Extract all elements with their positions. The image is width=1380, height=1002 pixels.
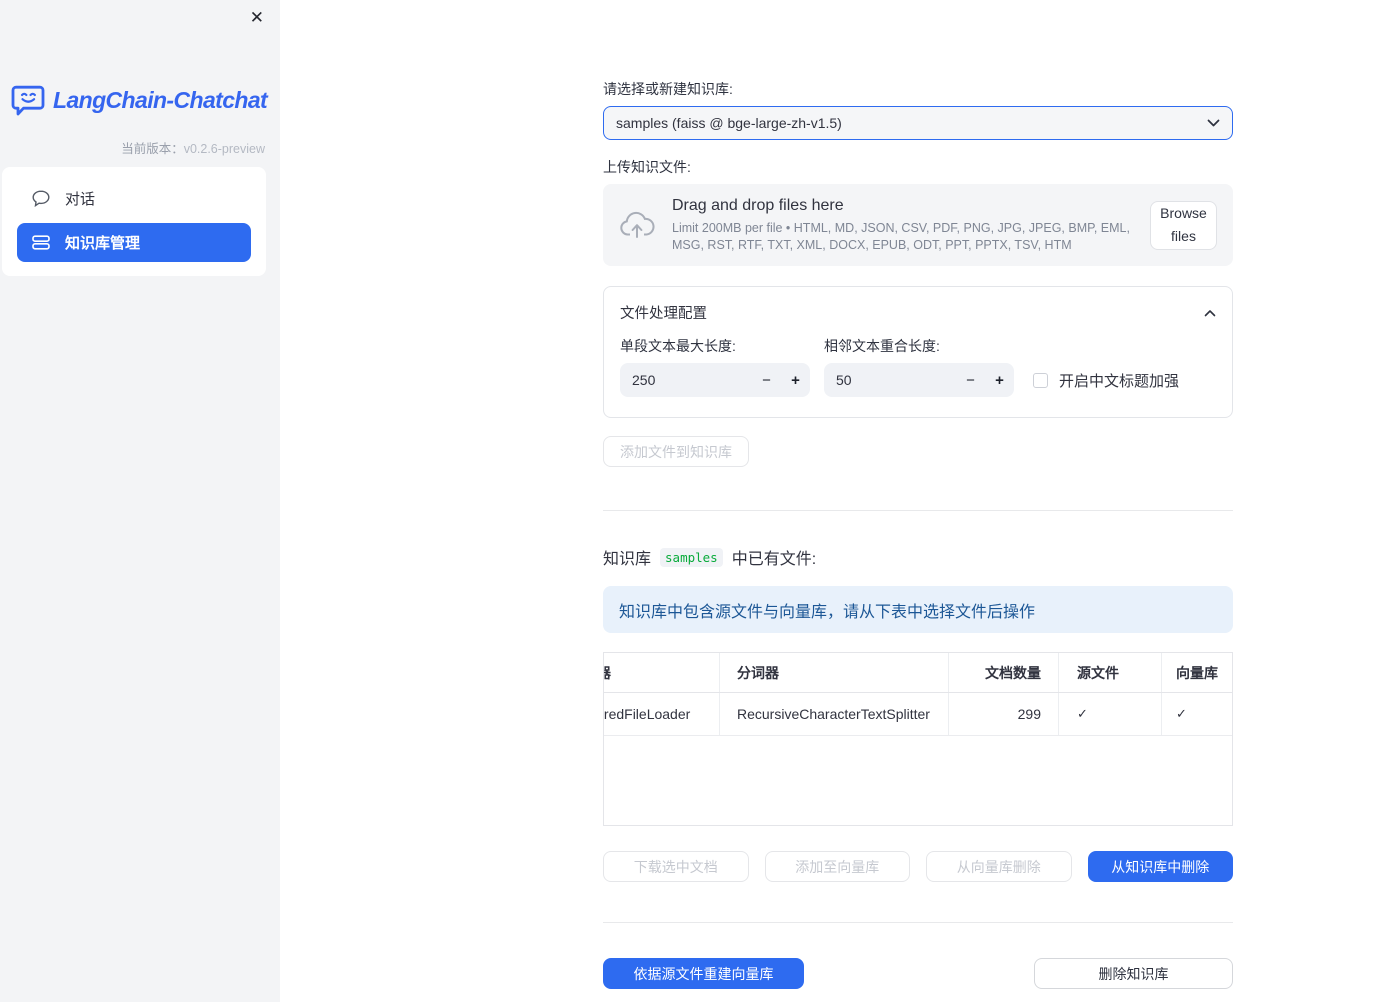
chunk-size-input[interactable]: 250 − + (620, 363, 810, 397)
table-row[interactable]: UnstructuredFileLoader RecursiveCharacte… (604, 693, 1232, 736)
column-header-loader[interactable]: 文档加载器 (604, 653, 720, 692)
add-to-vector-store-button[interactable]: 添加至向量库 (764, 851, 910, 882)
kb-files-prefix: 知识库 (603, 551, 652, 568)
download-selected-button[interactable]: 下载选中文档 (603, 851, 749, 882)
dropzone-instructions: Drag and drop files here Limit 200MB per… (672, 197, 1150, 253)
sidebar: ✕ LangChain-Chatchat 当前版本：v0.2.6-preview… (0, 0, 280, 1002)
column-header-splitter[interactable]: 分词器 (720, 653, 949, 692)
chunk-size-value: 250 (632, 372, 656, 388)
rebuild-vector-store-button[interactable]: 依据源文件重建向量库 (603, 958, 804, 989)
browse-files-button[interactable]: Browse files (1150, 200, 1217, 250)
knowledge-base-icon (32, 234, 50, 251)
app-logo: LangChain-Chatchat (11, 85, 268, 116)
sidebar-item-knowledge-base[interactable]: 知识库管理 (17, 223, 251, 262)
cell-vector-store-check: ✓ (1176, 706, 1187, 721)
info-banner: 知识库中包含源文件与向量库，请从下表中选择文件后操作 (603, 586, 1233, 633)
divider (603, 510, 1233, 511)
checkbox-icon (1033, 372, 1048, 388)
delete-from-vector-store-button[interactable]: 从向量库删除 (926, 851, 1072, 882)
kb-select-label: 请选择或新建知识库: (603, 81, 733, 97)
kb-files-heading: 知识库 samples 中已有文件: (603, 545, 1233, 569)
version-text: 当前版本：v0.2.6-preview (121, 142, 265, 156)
zh-title-enhance-checkbox[interactable]: 开启中文标题加强 (1033, 363, 1179, 397)
file-dropzone[interactable]: Drag and drop files here Limit 200MB per… (603, 184, 1233, 266)
overlap-size-value: 50 (836, 372, 852, 388)
delete-from-kb-button[interactable]: 从知识库中删除 (1087, 851, 1233, 882)
kb-select[interactable]: samples (faiss @ bge-large-zh-v1.5) (603, 106, 1233, 140)
expander-header[interactable]: 文件处理配置 (620, 302, 1216, 323)
sidebar-item-label: 对话 (65, 191, 96, 208)
cell-source-file-check: ✓ (1059, 693, 1162, 735)
overlap-size-increment-button[interactable]: + (985, 372, 1014, 389)
file-config-expander: 文件处理配置 单段文本最大长度: 250 − + 相邻文本重合长度: 50 − … (603, 286, 1233, 418)
cloud-upload-icon (619, 211, 655, 239)
sidebar-item-label: 知识库管理 (65, 235, 141, 252)
column-header-doc-count[interactable]: 文档数量 (949, 653, 1059, 692)
main-content: 请选择或新建知识库: samples (faiss @ bge-large-zh… (603, 0, 1233, 989)
kb-management-buttons: 依据源文件重建向量库 删除知识库 (603, 958, 1233, 989)
upload-label: 上传知识文件: (603, 159, 691, 175)
cell-loader: UnstructuredFileLoader (604, 693, 720, 735)
kb-files-suffix: 中已有文件: (731, 551, 817, 568)
app-title: LangChain-Chatchat (53, 87, 268, 113)
chunk-size-increment-button[interactable]: + (781, 372, 810, 389)
overlap-size-decrement-button[interactable]: − (956, 372, 985, 389)
kb-files-table[interactable]: 文档加载器 分词器 文档数量 源文件 向量库 UnstructuredFileL… (603, 652, 1233, 826)
dropzone-limit-text: Limit 200MB per file • HTML, MD, JSON, C… (672, 221, 1130, 252)
chunk-size-label: 单段文本最大长度: (620, 338, 736, 354)
kb-select-value: samples (faiss @ bge-large-zh-v1.5) (616, 115, 842, 131)
delete-kb-database-button[interactable]: 删除知识库 (1034, 958, 1233, 989)
column-header-vector-store[interactable]: 向量库 (1162, 653, 1232, 692)
expander-title: 文件处理配置 (620, 306, 707, 322)
sidebar-item-chat[interactable]: 对话 (17, 180, 251, 217)
cell-splitter: RecursiveCharacterTextSplitter (720, 693, 949, 735)
info-banner-text: 知识库中包含源文件与向量库，请从下表中选择文件后操作 (619, 603, 1036, 621)
chevron-down-icon (1207, 119, 1220, 127)
column-header-source-file[interactable]: 源文件 (1059, 653, 1162, 692)
sidebar-nav: 对话 知识库管理 (2, 167, 266, 276)
chat-icon (32, 190, 50, 207)
table-header-row: 文档加载器 分词器 文档数量 源文件 向量库 (604, 653, 1232, 693)
cell-doc-count: 299 (949, 693, 1059, 735)
zh-title-enhance-label: 开启中文标题加强 (1059, 372, 1180, 390)
overlap-size-input[interactable]: 50 − + (824, 363, 1014, 397)
kb-name-code: samples (660, 547, 723, 567)
file-action-buttons: 下载选中文档 添加至向量库 从向量库删除 从知识库中删除 (603, 851, 1233, 882)
divider (603, 922, 1233, 923)
chat-bubble-logo-icon (11, 85, 45, 116)
overlap-size-label: 相邻文本重合长度: (824, 338, 940, 354)
dropzone-title: Drag and drop files here (672, 197, 844, 214)
chunk-size-decrement-button[interactable]: − (752, 372, 781, 389)
add-files-to-kb-button[interactable]: 添加文件到知识库 (603, 436, 749, 467)
sidebar-close-icon[interactable]: ✕ (246, 6, 268, 30)
chevron-up-icon (1204, 309, 1216, 317)
